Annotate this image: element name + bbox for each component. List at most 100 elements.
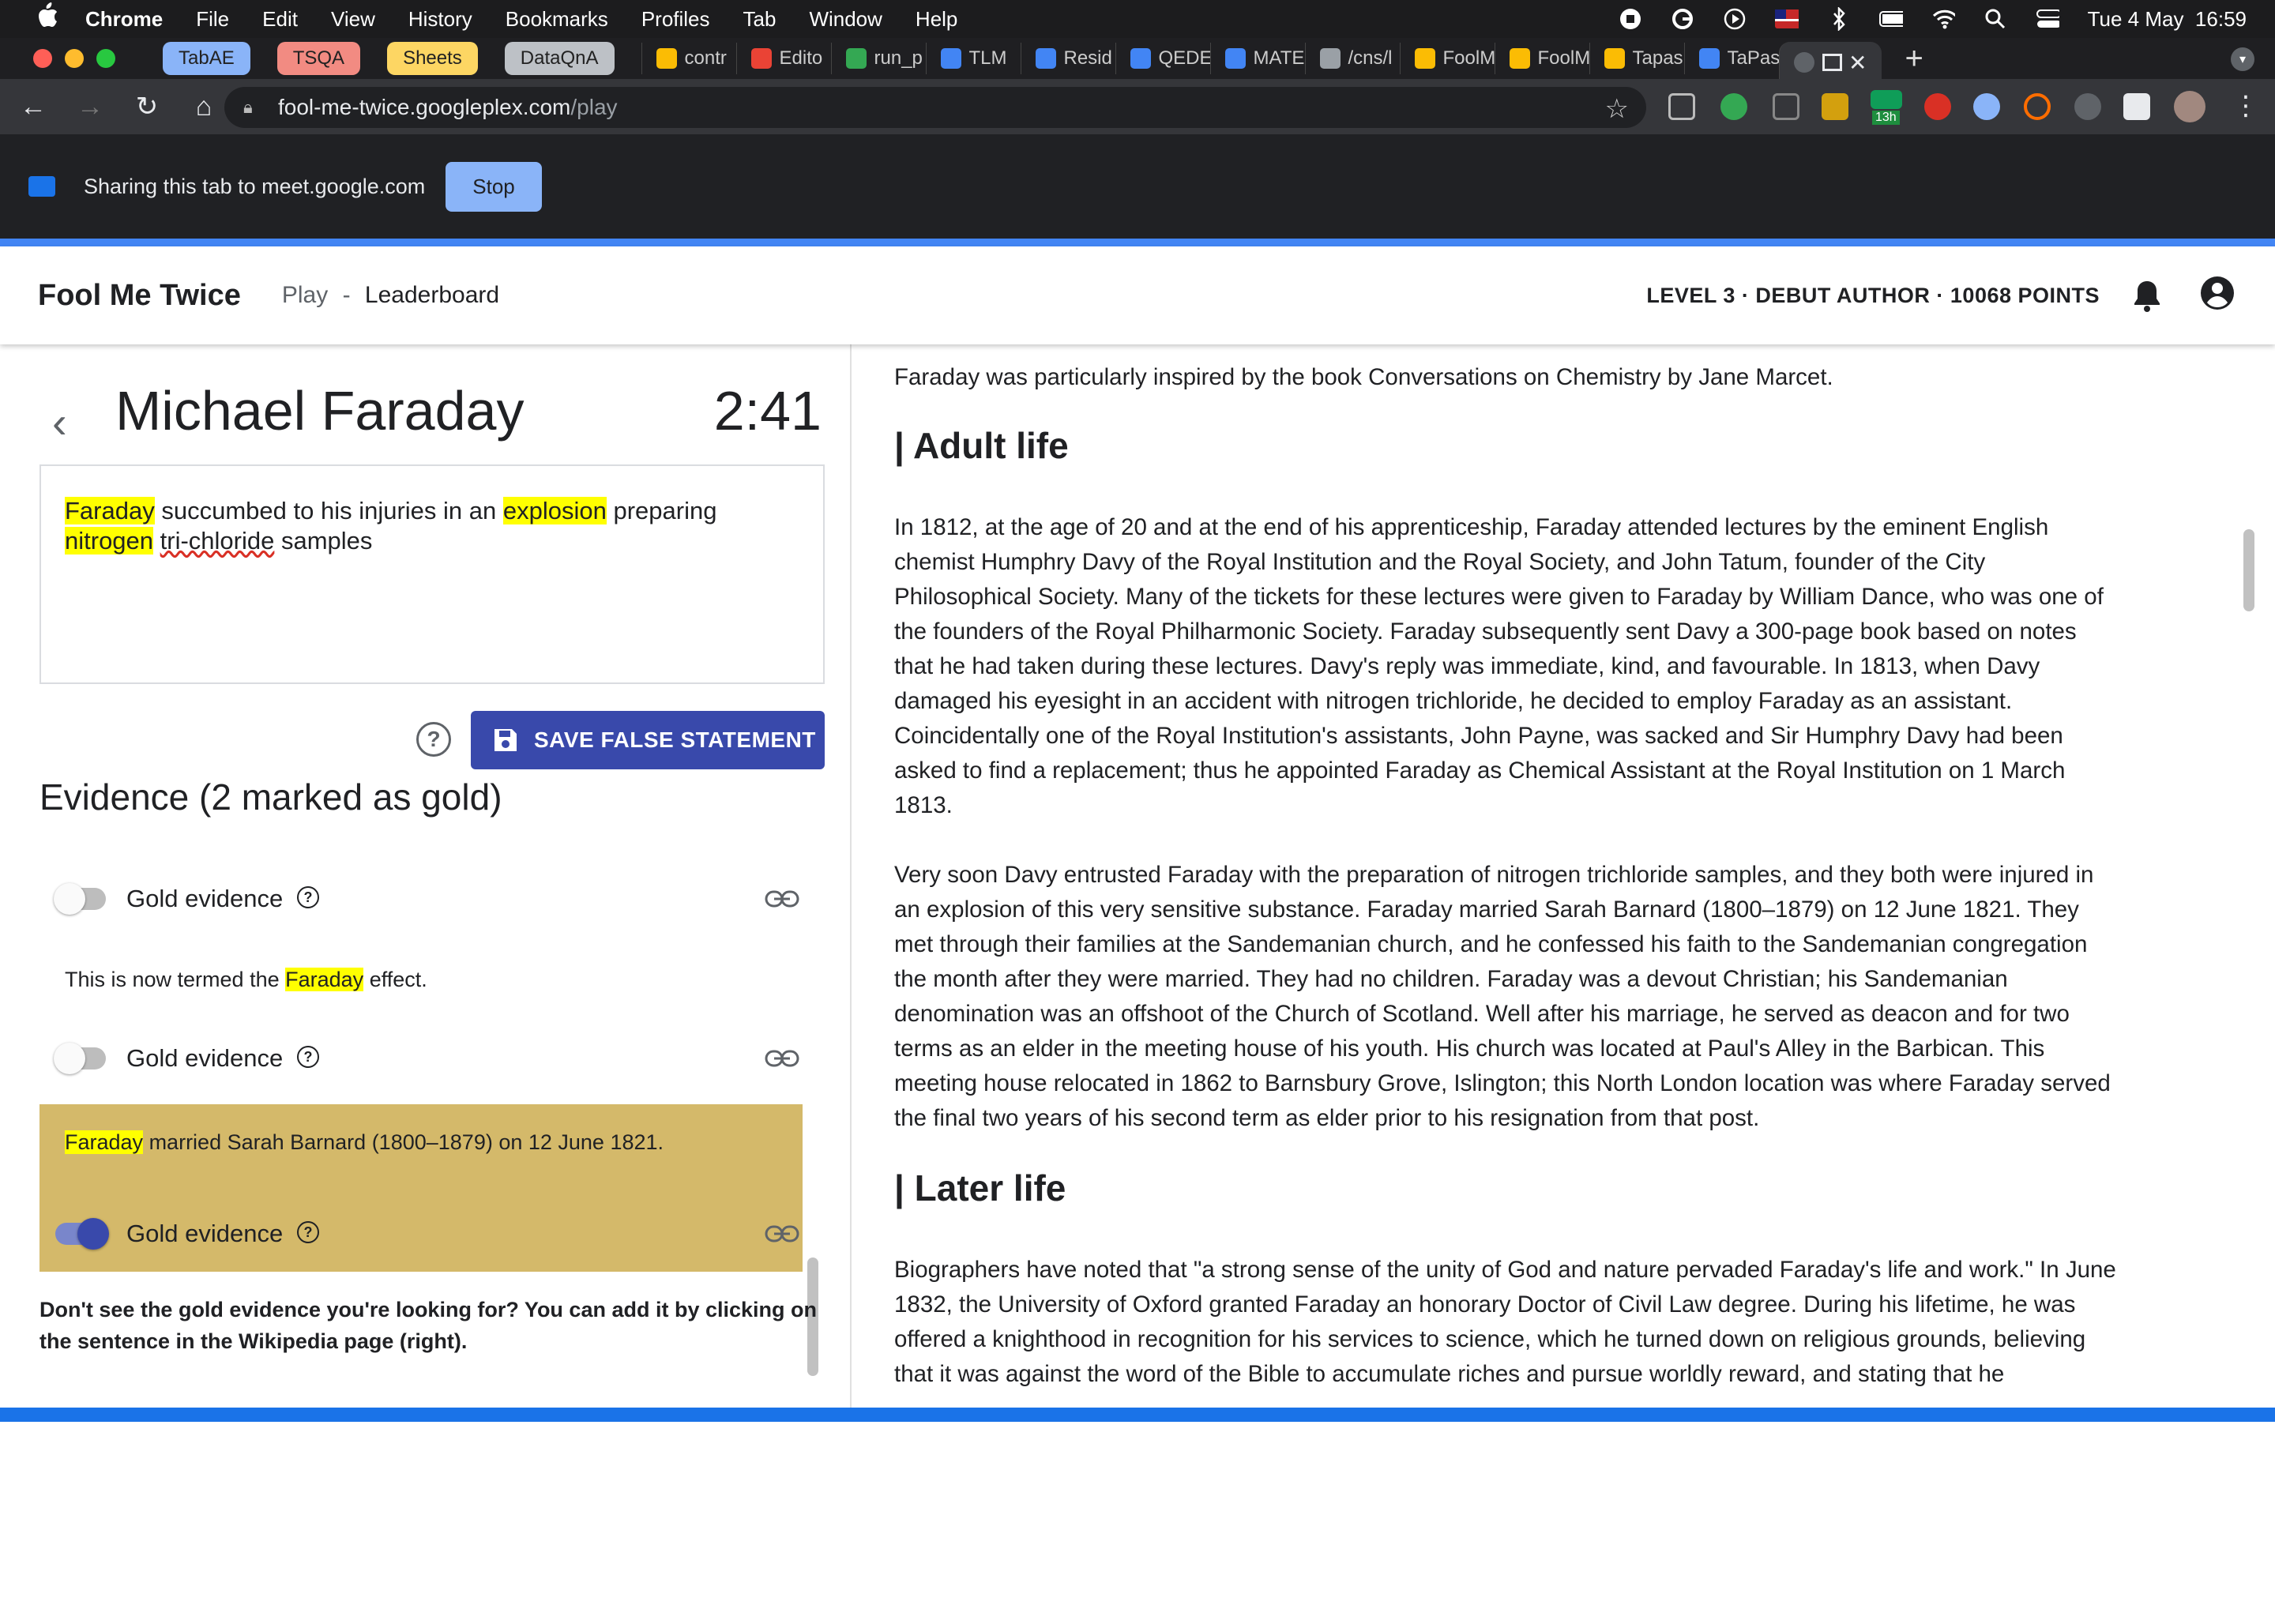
tab[interactable]: FoolM (1494, 43, 1589, 74)
menu-help[interactable]: Help (916, 7, 957, 32)
forward-button[interactable]: → (66, 92, 114, 122)
tab[interactable]: Tapas (1589, 43, 1684, 74)
tab[interactable]: contr (641, 43, 736, 74)
extension-icon[interactable] (1720, 93, 1747, 120)
nav-play-link[interactable]: Play (282, 282, 328, 308)
article-line[interactable]: that he had taken during these lectures.… (894, 649, 2237, 684)
extension-icon[interactable] (1668, 93, 1695, 120)
article-line[interactable]: meeting house relocated in 1862 to Barns… (894, 1066, 2237, 1101)
article-paragraph[interactable]: In 1812, at the age of 20 and at the end… (894, 510, 2237, 823)
article-line[interactable]: the month after they were married. They … (894, 962, 2237, 997)
stop-sharing-button[interactable]: Stop (446, 161, 542, 212)
article-line[interactable]: Philosophical Society. Many of the ticke… (894, 580, 2237, 615)
tab[interactable]: TaPas (1683, 43, 1779, 74)
article-line[interactable]: the final two years of his second term a… (894, 1101, 2237, 1136)
extension-icon[interactable] (1973, 93, 2000, 120)
stop-recording-icon[interactable] (1619, 7, 1642, 31)
false-statement-input[interactable]: Faraday succumbed to his injuries in an … (39, 464, 825, 684)
help-icon[interactable]: ? (297, 1221, 319, 1243)
article-line[interactable]: that it was against the word of the Bibl… (894, 1357, 2237, 1392)
article-line[interactable]: chemist Humphry Davy of the Royal Instit… (894, 545, 2237, 580)
extension-icon[interactable] (2024, 93, 2051, 120)
tab[interactable]: FoolM (1399, 43, 1495, 74)
article-line[interactable]: asked to find a replacement; thus he app… (894, 754, 2237, 788)
star-icon[interactable]: ☆ (1605, 93, 1629, 125)
nav-leaderboard-link[interactable]: Leaderboard (365, 282, 499, 308)
menubar-datetime[interactable]: Tue 4 May 16:59 (2088, 7, 2247, 32)
close-tab-icon[interactable]: ✕ (1848, 50, 1867, 76)
article-line[interactable]: offered a knighthood in recognition for … (894, 1322, 2237, 1357)
article-sentence[interactable]: Faraday was particularly inspired by the… (894, 360, 2237, 395)
google-icon[interactable] (1671, 7, 1694, 31)
minimize-window-button[interactable] (65, 49, 84, 68)
article-line[interactable]: 1832, the University of Oxford granted F… (894, 1288, 2237, 1322)
close-window-button[interactable] (33, 49, 52, 68)
account-icon[interactable] (2199, 275, 2236, 311)
menu-history[interactable]: History (408, 7, 472, 32)
profile-avatar[interactable] (2174, 91, 2205, 122)
tab[interactable]: MATE (1209, 43, 1305, 74)
tab-group-tabae[interactable]: TabAE (163, 42, 250, 75)
reload-button[interactable]: ↻ (123, 91, 171, 122)
menu-edit[interactable]: Edit (262, 7, 298, 32)
article-line[interactable]: met through their families at the Sandem… (894, 927, 2237, 962)
menu-bookmarks[interactable]: Bookmarks (506, 7, 608, 32)
link-icon[interactable] (765, 1224, 799, 1243)
article-line[interactable]: Biographers have noted that "a strong se… (894, 1253, 2237, 1288)
extensions-puzzle-icon[interactable] (2123, 93, 2150, 120)
bluetooth-icon[interactable] (1827, 7, 1851, 31)
home-button[interactable]: ⌂ (180, 92, 228, 122)
input-source-flag-icon[interactable] (1774, 7, 1799, 31)
article-line[interactable]: damaged his eyesight in an accident with… (894, 684, 2237, 719)
gold-evidence-toggle[interactable] (54, 883, 106, 915)
tab-group-sheets[interactable]: Sheets (387, 42, 478, 75)
article-line[interactable]: Very soon Davy entrusted Faraday with th… (894, 858, 2237, 893)
gold-evidence-toggle[interactable] (54, 1043, 106, 1074)
article-line[interactable]: the founders of the Royal Philharmonic S… (894, 615, 2237, 649)
menu-window[interactable]: Window (809, 7, 882, 32)
address-bar[interactable]: 🔒︎ fool-me-twice.googleplex.com/play ☆ (224, 87, 1646, 128)
tab[interactable]: TLM (925, 43, 1021, 74)
maximize-window-button[interactable] (96, 49, 115, 68)
evidence-sentence[interactable]: This is now termed the Faraday effect. (39, 953, 803, 994)
back-arrow-icon[interactable]: ‹ (52, 397, 67, 448)
extension-bell-icon[interactable] (2074, 93, 2101, 120)
apple-icon[interactable] (32, 2, 63, 36)
article-line[interactable]: 1813. (894, 788, 2237, 823)
article-paragraph[interactable]: Biographers have noted that "a strong se… (894, 1253, 2237, 1392)
article-line[interactable]: In 1812, at the age of 20 and at the end… (894, 510, 2237, 545)
tab[interactable]: QEDE (1115, 43, 1210, 74)
tab-search-icon[interactable]: ▾ (2231, 47, 2254, 71)
evidence-sentence[interactable]: Faraday married Sarah Barnard (1800–1879… (39, 1104, 803, 1156)
menu-profiles[interactable]: Profiles (641, 7, 710, 32)
save-false-statement-button[interactable]: SAVE FALSE STATEMENT (471, 711, 825, 769)
tab-group-dataqna[interactable]: DataQnA (504, 42, 615, 75)
extension-timer-icon[interactable] (1871, 90, 1902, 109)
wifi-icon[interactable] (1931, 7, 1955, 31)
menu-view[interactable]: View (331, 7, 375, 32)
article-line[interactable]: Coincidentally one of the Royal Institut… (894, 719, 2237, 754)
chrome-menu-icon[interactable]: ⋮ (2232, 90, 2259, 122)
app-brand[interactable]: Fool Me Twice (38, 279, 241, 313)
article-paragraph[interactable]: Very soon Davy entrusted Faraday with th… (894, 858, 2237, 1136)
lock-icon[interactable]: 🔒︎ (243, 97, 261, 118)
control-center-icon[interactable] (2036, 7, 2059, 31)
menu-file[interactable]: File (196, 7, 229, 32)
tab[interactable]: Edito (735, 43, 831, 74)
help-icon[interactable]: ? (416, 722, 451, 757)
extension-icon[interactable] (1773, 93, 1799, 120)
help-icon[interactable]: ? (297, 1046, 319, 1068)
menu-app-name[interactable]: Chrome (85, 7, 163, 32)
tab-active[interactable]: ✕ (1778, 42, 1882, 83)
bell-icon[interactable] (2131, 278, 2163, 313)
menu-tab[interactable]: Tab (743, 7, 777, 32)
tab[interactable]: /cns/l (1304, 43, 1400, 74)
article-line[interactable]: an explosion of this very sensitive subs… (894, 893, 2237, 927)
article-line[interactable]: denomination was an offshoot of the Chur… (894, 997, 2237, 1032)
gold-evidence-toggle[interactable] (55, 1218, 109, 1250)
tab[interactable]: Resid (1020, 43, 1115, 74)
play-icon[interactable] (1723, 7, 1747, 31)
battery-icon[interactable] (1878, 7, 1903, 31)
tab-group-tsqa[interactable]: TSQA (276, 42, 361, 75)
link-icon[interactable] (765, 889, 799, 908)
